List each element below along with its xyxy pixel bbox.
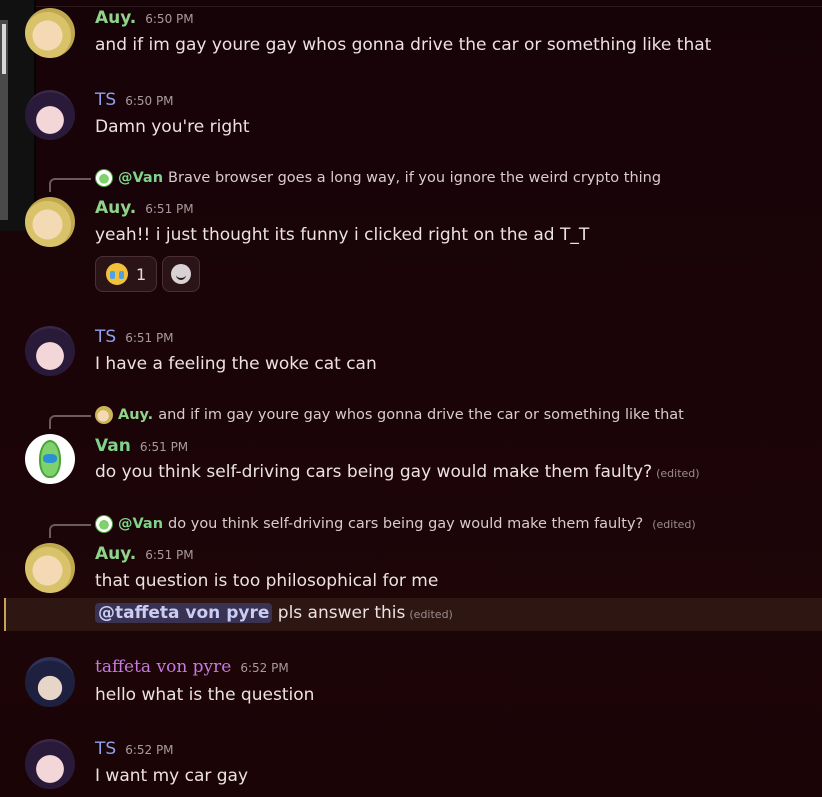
reply-preview[interactable]: Auy. and if im gay youre gay whos gonna … (95, 406, 684, 424)
reply-text[interactable]: Brave browser goes a long way, if you ig… (168, 170, 661, 186)
edited-tag: (edited) (652, 517, 696, 531)
reply-avatar (95, 406, 113, 424)
timestamp: 6:51 PM (125, 331, 174, 345)
reply-text[interactable]: and if im gay youre gay whos gonna drive… (158, 407, 684, 423)
panel-strip-highlight (2, 24, 6, 74)
message-header: Auy. 6:51 PM (95, 544, 194, 564)
reaction-bar: 1 (95, 256, 201, 292)
avatar[interactable] (25, 434, 75, 484)
avatar[interactable] (25, 197, 75, 247)
reply-avatar (95, 169, 113, 187)
edited-tag: (edited) (656, 467, 700, 480)
crying-face-icon (106, 263, 128, 285)
message-body: pls answer this (277, 603, 406, 623)
username[interactable]: Van (95, 436, 131, 456)
message-header: TS 6:52 PM (95, 739, 174, 759)
timestamp: 6:51 PM (145, 202, 194, 216)
reaction-crying[interactable]: 1 (95, 256, 158, 292)
reply-preview[interactable]: @Van do you think self-driving cars bein… (95, 515, 696, 533)
reply-avatar (95, 515, 113, 533)
username[interactable]: taffeta von pyre (95, 657, 231, 677)
username[interactable]: TS (95, 90, 116, 110)
timestamp: 6:51 PM (139, 440, 189, 454)
avatar[interactable] (25, 8, 75, 58)
message-text: hello what is the question (95, 685, 315, 705)
message-text: Damn you're right (95, 117, 250, 137)
reply-author[interactable]: @Van (118, 170, 163, 186)
reaction-count: 1 (136, 264, 147, 284)
reply-preview[interactable]: @Van Brave browser goes a long way, if y… (95, 169, 661, 187)
reply-author[interactable]: @Van (118, 516, 163, 532)
avatar[interactable] (25, 90, 75, 140)
avatar[interactable] (25, 739, 75, 789)
message-text: I have a feeling the woke cat can (95, 354, 377, 374)
reply-connector (49, 524, 91, 538)
username[interactable]: Auy. (95, 198, 136, 218)
message-header: Auy. 6:51 PM (95, 198, 194, 218)
top-divider (0, 6, 822, 7)
avatar[interactable] (25, 543, 75, 593)
timestamp: 6:51 PM (145, 548, 194, 562)
message-text: do you think self-driving cars being gay… (95, 462, 700, 482)
message-text: I want my car gay (95, 766, 249, 786)
message-header: Van 6:51 PM (95, 436, 188, 456)
avatar[interactable] (25, 657, 75, 707)
message-text: @taffeta von pyre pls answer this (edited… (95, 603, 453, 623)
timestamp: 6:52 PM (240, 661, 289, 675)
message-text: and if im gay youre gay whos gonna drive… (95, 35, 712, 55)
message-text: that question is too philosophical for m… (95, 571, 439, 591)
timestamp: 6:50 PM (145, 12, 194, 26)
timestamp: 6:52 PM (125, 743, 174, 757)
username[interactable]: TS (95, 739, 116, 759)
message-header: TS 6:51 PM (95, 327, 174, 347)
message-header: Auy. 6:50 PM (95, 8, 194, 28)
add-reaction-button[interactable] (162, 256, 201, 292)
username[interactable]: Auy. (95, 544, 136, 564)
avatar-face (43, 454, 57, 463)
reply-text[interactable]: do you think self-driving cars being gay… (168, 516, 643, 532)
message-body: do you think self-driving cars being gay… (95, 462, 653, 482)
avatar[interactable] (25, 326, 75, 376)
message-header: TS 6:50 PM (95, 90, 174, 110)
reply-author[interactable]: Auy. (118, 407, 153, 423)
timestamp: 6:50 PM (125, 94, 174, 108)
edited-tag: (edited) (409, 608, 453, 621)
message-header: taffeta von pyre 6:52 PM (95, 657, 289, 677)
username[interactable]: Auy. (95, 8, 136, 28)
reply-connector (49, 178, 91, 192)
reply-connector (49, 415, 91, 429)
user-mention[interactable]: @taffeta von pyre (95, 603, 273, 623)
username[interactable]: TS (95, 327, 116, 347)
smiley-add-icon (171, 264, 192, 284)
message-text: yeah!! i just thought its funny i clicke… (95, 225, 590, 245)
